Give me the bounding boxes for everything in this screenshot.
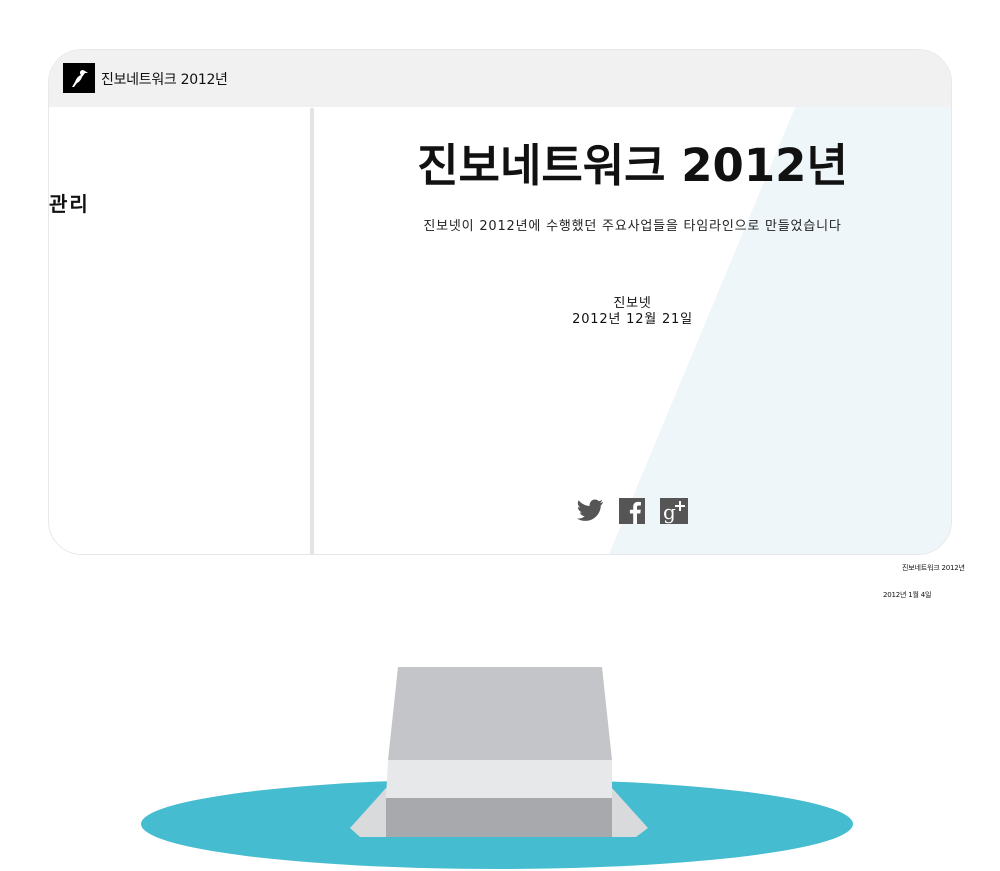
publish-date: 2012년 12월 21일 bbox=[572, 312, 693, 327]
sidebar-label-manage[interactable]: 관리 bbox=[49, 188, 90, 217]
svg-text:g: g bbox=[663, 500, 676, 524]
logo-bird-icon[interactable] bbox=[63, 63, 95, 93]
twitter-icon[interactable] bbox=[576, 498, 604, 524]
page-subtitle: 진보넷이 2012년에 수행했던 주요사업들을 타임라인으로 만들었습니다 bbox=[423, 219, 842, 234]
site-title[interactable]: 진보네트워크 2012년 bbox=[101, 69, 228, 89]
timeline-cover: 진보네트워크 2012년 진보넷이 2012년에 수행했던 주요사업들을 타임라… bbox=[314, 107, 951, 554]
author-block: 진보넷 2012년 12월 21일 bbox=[314, 296, 951, 328]
stand-bottom bbox=[386, 798, 612, 837]
google-plus-icon[interactable]: g bbox=[660, 498, 688, 524]
social-share-bar: g bbox=[576, 498, 688, 524]
facebook-icon[interactable] bbox=[618, 498, 646, 524]
author-name: 진보넷 bbox=[613, 296, 652, 311]
stand-neck bbox=[388, 667, 612, 760]
caption-date: 2012년 1월 4일 bbox=[883, 591, 932, 599]
page-title: 진보네트워크 2012년 bbox=[417, 139, 848, 192]
caption-title: 진보네트워크 2012년 bbox=[902, 564, 965, 572]
monitor-screen: 진보네트워크 2012년 관리 진보네트워크 2012년 진보넷이 2012년에… bbox=[48, 49, 952, 555]
monitor-stand bbox=[141, 667, 853, 869]
top-bar: 진보네트워크 2012년 bbox=[49, 50, 951, 107]
stand-band bbox=[386, 760, 612, 798]
